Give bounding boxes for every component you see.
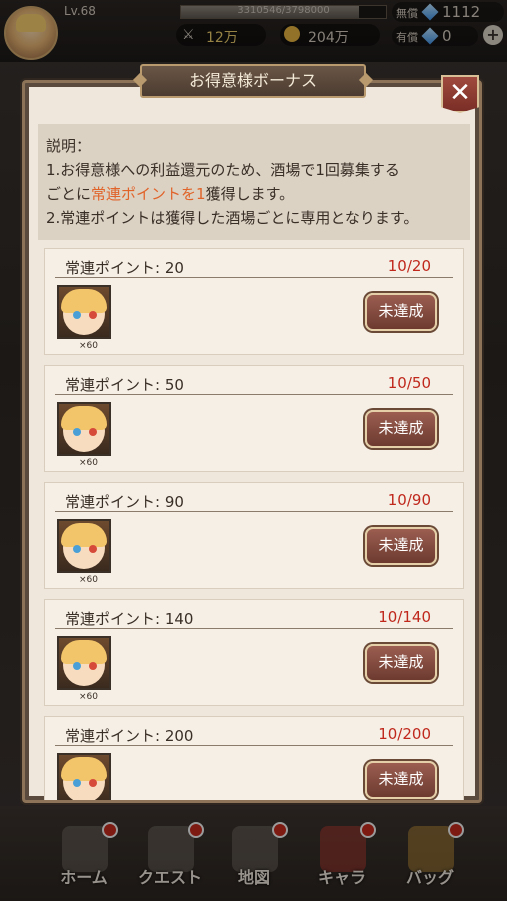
free-gems-label: 無償 <box>396 7 418 20</box>
add-gems-button[interactable]: + <box>483 25 503 45</box>
nav-bag[interactable]: バッグ <box>390 822 470 894</box>
description-line1b-pre: ごとに <box>46 185 92 203</box>
paid-gems-label: 有償 <box>396 31 418 44</box>
exp-text: 3310546/3798000 <box>237 5 330 16</box>
exp-bar: 3310546/3798000 <box>180 5 387 19</box>
reward-progress: 10/50 <box>387 374 431 392</box>
description-box: 説明： 1.お得意様への利益還元のため、酒場で1回募集する ごとに常連ポイントを… <box>38 124 470 240</box>
description-line1b: ごとに常連ポイントを1獲得します。 <box>46 182 462 206</box>
nav-quest-label: クエスト <box>137 868 202 887</box>
reward-quantity: ×60 <box>79 458 98 468</box>
dialog-title: お得意様ボーナス <box>140 64 366 98</box>
gold-display[interactable]: 204万 <box>280 24 380 46</box>
reward-label: 常連ポイント: 50 <box>65 376 184 394</box>
reward-progress: 10/140 <box>378 608 431 626</box>
free-gems-value: 1112 <box>442 3 481 21</box>
reward-label: 常連ポイント: 90 <box>65 493 184 511</box>
paid-gems-value: 0 <box>442 27 452 45</box>
nav-quest[interactable]: クエスト <box>130 822 210 894</box>
paid-gems-display[interactable]: 有償 0 <box>392 26 478 46</box>
notification-badge <box>448 822 464 838</box>
nav-bag-label: バッグ <box>405 868 454 887</box>
not-achieved-button[interactable]: 未達成 <box>365 293 437 331</box>
close-button[interactable]: ✕ <box>441 75 479 113</box>
character-ticket-icon[interactable] <box>57 636 111 690</box>
reward-card: 常連ポイント: 50 10/50 ×60 未達成 <box>44 365 464 472</box>
not-achieved-button[interactable]: 未達成 <box>365 527 437 565</box>
reward-progress: 10/90 <box>387 491 431 509</box>
player-avatar[interactable] <box>4 6 58 60</box>
description-line1a: 1.お得意様への利益還元のため、酒場で1回募集する <box>46 161 400 179</box>
stamina-value: 12万 <box>206 30 238 46</box>
reward-label: 常連ポイント: 200 <box>65 727 194 745</box>
nav-character-label: キャラ <box>317 868 366 887</box>
coin-icon <box>284 26 300 42</box>
bottom-nav: ホーム クエスト 地図 キャラ バッグ <box>0 806 507 901</box>
description-heading: 説明： <box>46 137 92 155</box>
reward-progress: 10/20 <box>387 257 431 275</box>
nav-map-label: 地図 <box>237 868 270 887</box>
reward-progress: 10/200 <box>378 725 431 743</box>
reward-label: 常連ポイント: 20 <box>65 259 184 277</box>
reward-header: 常連ポイント: 200 10/200 <box>55 723 453 746</box>
reward-header: 常連ポイント: 20 10/20 <box>55 255 453 278</box>
reward-label: 常連ポイント: 140 <box>65 610 194 628</box>
reward-quantity: ×60 <box>79 575 98 585</box>
description-highlight: 常連ポイントを1 <box>91 185 206 203</box>
reward-card: 常連ポイント: 140 10/140 ×60 未達成 <box>44 599 464 706</box>
gem-icon <box>421 3 439 20</box>
not-achieved-button[interactable]: 未達成 <box>365 761 437 799</box>
reward-list[interactable]: 常連ポイント: 20 10/20 ×60 未達成 常連ポイント: 50 10/5… <box>44 248 464 800</box>
reward-card: 常連ポイント: 90 10/90 ×60 未達成 <box>44 482 464 589</box>
notification-badge <box>360 822 376 838</box>
close-icon: ✕ <box>449 78 471 108</box>
notification-badge <box>188 822 204 838</box>
gold-value: 204万 <box>308 30 349 46</box>
nav-home[interactable]: ホーム <box>44 822 124 894</box>
character-ticket-icon[interactable] <box>57 285 111 339</box>
status-bar: Lv.68 3310546/3798000 ⚔ 12万 204万 無償 1112… <box>0 0 507 62</box>
sword-icon: ⚔ <box>182 27 195 43</box>
character-ticket-icon[interactable] <box>57 753 111 800</box>
not-achieved-button[interactable]: 未達成 <box>365 410 437 448</box>
free-gems-display[interactable]: 無償 1112 <box>392 2 504 22</box>
player-level: Lv.68 <box>64 4 96 18</box>
description-line2: 2.常連ポイントは獲得した酒場ごとに専用となります。 <box>46 209 419 227</box>
description-line1b-post: 獲得します。 <box>205 185 295 203</box>
reward-quantity: ×60 <box>79 692 98 702</box>
nav-character[interactable]: キャラ <box>302 822 382 894</box>
reward-card: 常連ポイント: 20 10/20 ×60 未達成 <box>44 248 464 355</box>
reward-quantity: ×60 <box>79 341 98 351</box>
notification-badge <box>102 822 118 838</box>
not-achieved-button[interactable]: 未達成 <box>365 644 437 682</box>
gem-icon <box>421 27 439 44</box>
stamina-display[interactable]: ⚔ 12万 <box>176 24 266 46</box>
reward-header: 常連ポイント: 50 10/50 <box>55 372 453 395</box>
nav-home-label: ホーム <box>60 868 108 887</box>
nav-map[interactable]: 地図 <box>214 822 294 894</box>
character-ticket-icon[interactable] <box>57 519 111 573</box>
reward-card: 常連ポイント: 200 10/200 未達成 <box>44 716 464 800</box>
reward-header: 常連ポイント: 140 10/140 <box>55 606 453 629</box>
character-ticket-icon[interactable] <box>57 402 111 456</box>
reward-header: 常連ポイント: 90 10/90 <box>55 489 453 512</box>
notification-badge <box>272 822 288 838</box>
